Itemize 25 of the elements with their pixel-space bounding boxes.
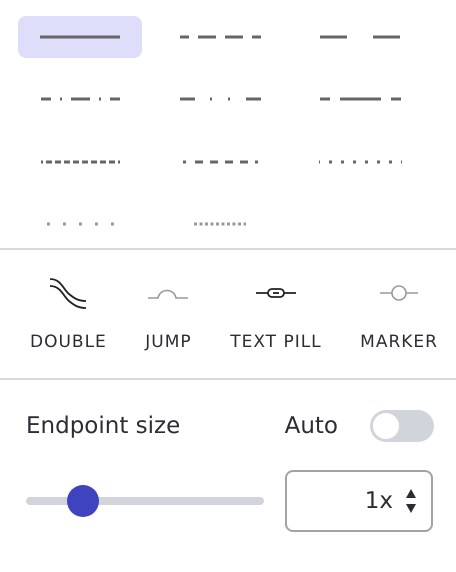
line-style-icon xyxy=(180,97,260,102)
line-style-icon xyxy=(182,160,258,164)
line-style-icon xyxy=(320,97,400,102)
size-input-field[interactable]: 1x xyxy=(285,470,433,532)
auto-label: Auto xyxy=(284,413,338,439)
line-style-icon xyxy=(194,222,246,226)
endpoint-size-label: Endpoint size xyxy=(26,413,182,439)
circle-marker-icon xyxy=(379,284,420,302)
slider-thumb[interactable] xyxy=(67,485,100,517)
double-line-icon xyxy=(49,277,88,309)
line-style-option[interactable] xyxy=(18,16,142,58)
line-style-icon xyxy=(40,35,120,39)
stepper-icon xyxy=(405,488,417,514)
line-style-icon xyxy=(40,160,120,164)
connector-style-option[interactable]: MARKER xyxy=(360,276,438,378)
connector-style-option[interactable]: TEXT PILL xyxy=(230,276,322,378)
connector-style-option[interactable]: DOUBLE xyxy=(30,276,107,378)
size-slider[interactable] xyxy=(26,485,264,517)
pill-line-icon xyxy=(254,288,297,298)
line-style-icon xyxy=(40,97,120,102)
auto-toggle[interactable] xyxy=(370,410,434,442)
line-style-icon xyxy=(180,35,260,39)
connector-style-option[interactable]: JUMP xyxy=(145,276,192,378)
line-style-icon xyxy=(46,222,114,226)
line-style-icon xyxy=(320,35,400,39)
